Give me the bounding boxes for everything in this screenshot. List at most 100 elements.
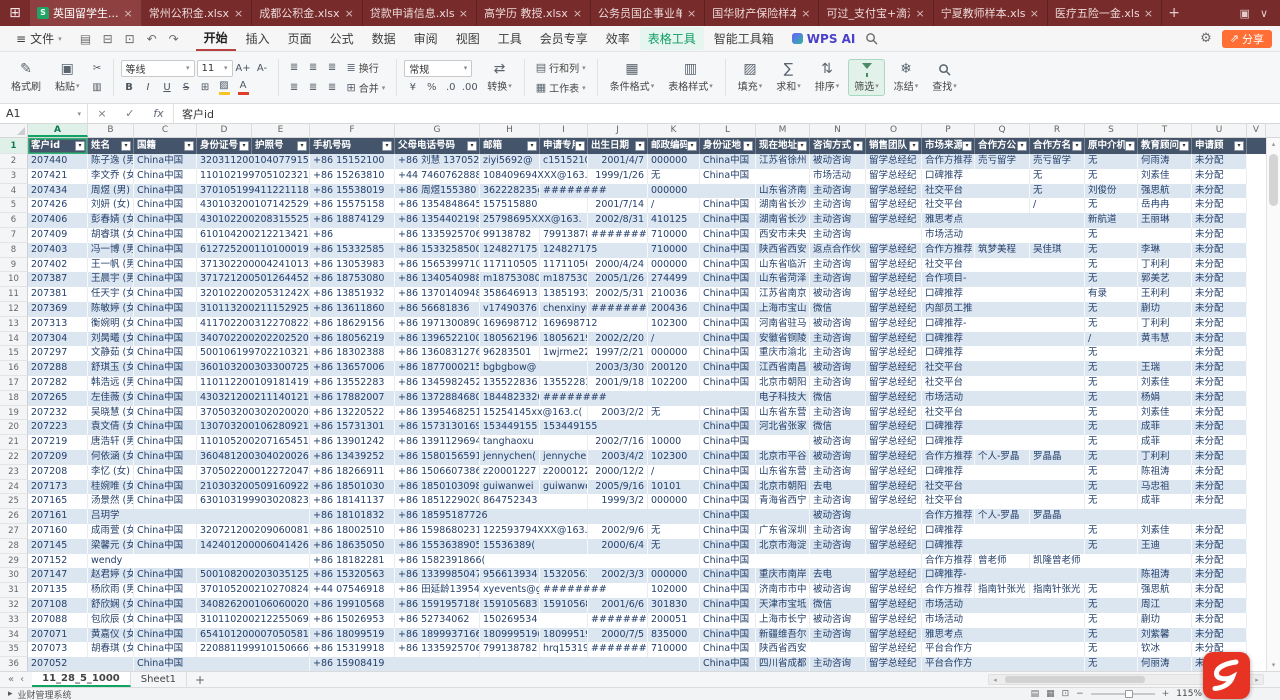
grid-cell[interactable]: 何雨涛: [1138, 154, 1192, 169]
grid-cell[interactable]: China中国: [134, 376, 197, 391]
grid-cell[interactable]: 207219: [28, 435, 88, 450]
header-cell[interactable]: 原中介机▾: [1085, 138, 1138, 154]
grid-cell[interactable]: 成菲: [1138, 494, 1192, 509]
grid-cell[interactable]: 留学总经纪: [866, 346, 922, 361]
grid-cell[interactable]: 430102200208315525: [197, 213, 310, 228]
filter-button[interactable]: ▾: [239, 141, 249, 151]
grid-cell[interactable]: +86 13439252: [310, 450, 395, 465]
grid-cell[interactable]: China中国: [700, 406, 756, 421]
grid-cell[interactable]: 无: [1085, 435, 1138, 450]
grid-cell[interactable]: 留学总经纪: [866, 243, 922, 258]
merge-cells-button[interactable]: ⊞ 合并 ▾: [343, 79, 390, 96]
grid-cell[interactable]: 青海省西宁: [756, 494, 810, 509]
paste-button[interactable]: ▣ 粘贴▾: [50, 60, 85, 95]
grid-cell[interactable]: 合作方推荐: [922, 554, 975, 569]
window-restore-icon[interactable]: ▣: [1240, 7, 1250, 20]
grid-cell[interactable]: /: [1085, 332, 1138, 347]
grid-cell[interactable]: 207369: [28, 302, 88, 317]
header-cell[interactable]: 出生日期▾: [588, 138, 648, 154]
tab-close-icon[interactable]: ×: [458, 7, 469, 20]
grid-cell[interactable]: 口碑推荐-: [922, 568, 1138, 583]
grid-cell[interactable]: China中国: [134, 317, 197, 332]
first-sheet-icon[interactable]: «: [8, 674, 14, 685]
search-icon[interactable]: [865, 32, 878, 46]
grid-cell[interactable]: +86 18266911: [310, 465, 395, 480]
grid-cell[interactable]: 无: [648, 524, 700, 539]
grid-cell[interactable]: 主动咨询: [810, 494, 866, 509]
grid-cell[interactable]: 未分配: [1192, 376, 1247, 391]
grid-cell[interactable]: jennychen(: [480, 450, 540, 465]
grid-cell[interactable]: China中国: [700, 228, 756, 243]
filter-button[interactable]: ▾: [1017, 141, 1027, 151]
grid-cell[interactable]: 留学总经纪: [866, 272, 922, 287]
grid-cell[interactable]: +86 1582391866(: [395, 554, 700, 569]
grid-cell[interactable]: 未分配: [1192, 494, 1247, 509]
column-header-A[interactable]: A: [28, 124, 88, 137]
grid-cell[interactable]: 口碑推荐: [922, 465, 1085, 480]
filter-button[interactable]: 筛选▾: [848, 59, 885, 96]
menu-item[interactable]: 会员专享: [532, 27, 596, 50]
grid-cell[interactable]: +86 1573130169: [395, 420, 480, 435]
grid-cell[interactable]: 207421: [28, 169, 88, 184]
grid-cell[interactable]: 黄嘉仪 (女: [88, 628, 134, 643]
grid-cell[interactable]: +86 18141137: [310, 494, 395, 509]
row-number[interactable]: 8: [0, 243, 28, 258]
vertical-scroll-thumb[interactable]: [1269, 154, 1278, 206]
grid-cell[interactable]: 微信: [810, 598, 866, 613]
grid-cell[interactable]: 108409694XXX@163.: [480, 169, 588, 184]
grid-cell[interactable]: +86 13611860: [310, 302, 395, 317]
grid-cell[interactable]: 15536389(: [480, 539, 588, 554]
grid-cell[interactable]: 留学总经纪: [866, 302, 922, 317]
grid-cell[interactable]: China中国: [700, 361, 756, 376]
grid-cell[interactable]: China中国: [134, 302, 197, 317]
grid-cell[interactable]: +86 15320563: [310, 568, 395, 583]
grid-cell[interactable]: 500108200203035125: [197, 568, 310, 583]
grid-cell[interactable]: 未分配: [1192, 450, 1247, 465]
grid-cell[interactable]: 社交平台: [922, 184, 1030, 199]
grid-cell[interactable]: 何丽涛: [1138, 657, 1192, 671]
grid-cell[interactable]: 956613934: [480, 568, 540, 583]
scroll-down-icon[interactable]: ▾: [1267, 659, 1280, 671]
grid-cell[interactable]: 衡婉明 (女: [88, 317, 134, 332]
grid-cell[interactable]: 15320563(: [540, 568, 588, 583]
grid-cell[interactable]: 被动咨询: [810, 435, 866, 450]
grid-cell[interactable]: 207406: [28, 213, 88, 228]
grid-cell[interactable]: 未分配: [1192, 598, 1247, 613]
grid-cell[interactable]: +86 1372884680: [395, 391, 480, 406]
filter-button[interactable]: ▾: [1179, 141, 1189, 151]
new-tab-button[interactable]: +: [1162, 0, 1186, 26]
grid-cell[interactable]: 无: [1085, 406, 1138, 421]
grid-cell[interactable]: 山东省东营: [756, 465, 810, 480]
grid-cell[interactable]: China中国: [134, 406, 197, 421]
grid-cell[interactable]: 袁文倩 (女: [88, 420, 134, 435]
file-tab[interactable]: 常州公积金.xlsx×: [142, 0, 253, 26]
grid-cell[interactable]: China中国: [700, 465, 756, 480]
grid-cell[interactable]: 370502200012272047: [197, 465, 310, 480]
grid-cell[interactable]: 无: [1085, 258, 1138, 273]
column-header-F[interactable]: F: [310, 124, 395, 137]
grid-cell[interactable]: 180562196: [540, 332, 588, 347]
grid-cell[interactable]: 被动咨询: [810, 509, 922, 524]
row-number[interactable]: 7: [0, 228, 28, 243]
file-tab[interactable]: 可过_支付宝+滴滴...×: [819, 0, 933, 26]
grid-cell[interactable]: 无: [1085, 420, 1138, 435]
sort-button[interactable]: ⇅ 排序▾: [810, 60, 845, 95]
grid-cell[interactable]: 西安市未央: [756, 228, 810, 243]
grid-cell[interactable]: China中国: [700, 346, 756, 361]
grid-cell[interactable]: 雅思考点: [922, 213, 1085, 228]
grid-cell[interactable]: China中国: [134, 287, 197, 302]
header-cell[interactable]: 申请顾▾: [1192, 138, 1247, 154]
column-header-M[interactable]: M: [756, 124, 810, 137]
grid-cell[interactable]: China中国: [700, 169, 810, 184]
format-painter-button[interactable]: ✎ 格式刷: [6, 60, 46, 95]
grid-cell[interactable]: 马忠祖: [1138, 480, 1192, 495]
grid-cell[interactable]: 无: [1085, 598, 1138, 613]
grid-cell[interactable]: 无: [648, 539, 700, 554]
grid-cell[interactable]: 150269534: [480, 613, 588, 628]
grid-cell[interactable]: 赵君婷 (女: [88, 568, 134, 583]
grid-cell[interactable]: 207282: [28, 376, 88, 391]
conditional-formatting-button[interactable]: ▦ 条件格式▾: [605, 60, 660, 95]
grid-cell[interactable]: 207208: [28, 465, 88, 480]
menu-item[interactable]: 表格工具: [640, 27, 704, 50]
grid-cell[interactable]: +86 1340540988: [395, 272, 480, 287]
